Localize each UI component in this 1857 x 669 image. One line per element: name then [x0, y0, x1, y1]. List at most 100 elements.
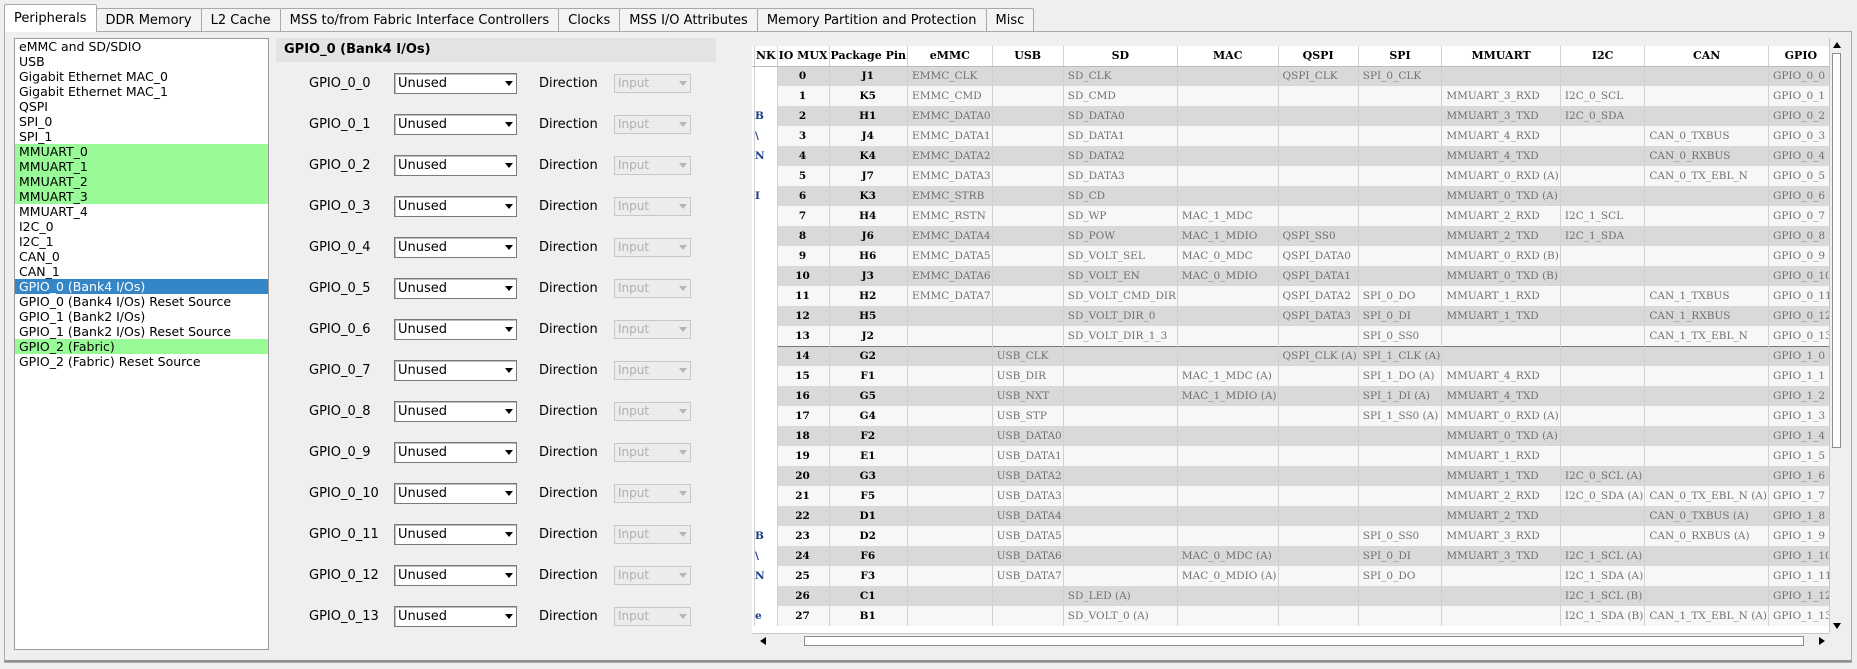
- gpio-direction-select[interactable]: Input: [614, 566, 691, 585]
- table-row[interactable]: 15 F1 USB_DIR MAC_1_MDC (A) SPI_1_DO (A) MMUA…: [752, 366, 1829, 386]
- chevron-down-icon[interactable]: [679, 573, 687, 578]
- chevron-down-icon[interactable]: [679, 532, 687, 537]
- gpio-function-select[interactable]: Unused: [394, 483, 517, 504]
- peripheral-list-item[interactable]: Gigabit Ethernet MAC_1: [15, 84, 268, 99]
- peripheral-list-item[interactable]: MMUART_1: [15, 159, 268, 174]
- scroll-right-arrow-icon[interactable]: [1819, 637, 1825, 645]
- peripheral-list-item[interactable]: Gigabit Ethernet MAC_0: [15, 69, 268, 84]
- chevron-down-icon[interactable]: [505, 450, 513, 455]
- table-row[interactable]: 0 J1 EMMC_CLK SD_CLK QSPI_CLK SPI_0_CLK GPIO_0…: [752, 66, 1829, 86]
- gpio-function-select[interactable]: Unused: [394, 319, 517, 340]
- table-row[interactable]: e 27 B1 SD_VOLT_0 (A) I2C_1_SDA (B) CAN_1_TX_…: [752, 606, 1829, 626]
- chevron-down-icon[interactable]: [505, 327, 513, 332]
- tab-memory-partition-and-protection[interactable]: Memory Partition and Protection: [756, 8, 987, 32]
- chevron-down-icon[interactable]: [505, 122, 513, 127]
- gpio-function-select[interactable]: Unused: [394, 565, 517, 586]
- table-row[interactable]: 10 J3 EMMC_DATA6 SD_VOLT_EN MAC_0_MDIO QSPI_D…: [752, 266, 1829, 286]
- horizontal-scroll-thumb[interactable]: [804, 636, 1804, 646]
- peripheral-list-item[interactable]: GPIO_2 (Fabric): [15, 339, 268, 354]
- peripheral-list-item[interactable]: CAN_1: [15, 264, 268, 279]
- peripheral-list-item[interactable]: eMMC and SD/SDIO: [15, 39, 268, 54]
- gpio-direction-select[interactable]: Input: [614, 115, 691, 134]
- column-header-qspi[interactable]: QSPI: [1278, 46, 1359, 67]
- vertical-scroll-thumb[interactable]: [1832, 53, 1841, 448]
- table-row[interactable]: 13 J2 SD_VOLT_DIR_1_3 SPI_0_SS0 CAN_1_TX_EBL…: [752, 326, 1829, 346]
- chevron-down-icon[interactable]: [679, 409, 687, 414]
- gpio-function-select[interactable]: Unused: [394, 237, 517, 258]
- peripheral-list-item[interactable]: GPIO_0 (Bank4 I/Os): [15, 279, 268, 294]
- chevron-down-icon[interactable]: [679, 286, 687, 291]
- peripheral-list-item[interactable]: SPI_1: [15, 129, 268, 144]
- gpio-direction-select[interactable]: Input: [614, 238, 691, 257]
- column-header-can[interactable]: CAN: [1644, 46, 1769, 67]
- chevron-down-icon[interactable]: [505, 204, 513, 209]
- scroll-left-arrow-icon[interactable]: [760, 637, 766, 645]
- table-row[interactable]: 8 J6 EMMC_DATA4 SD_POW MAC_1_MDIO QSPI_SS0 MMU…: [752, 226, 1829, 246]
- chevron-down-icon[interactable]: [679, 245, 687, 250]
- peripheral-list[interactable]: eMMC and SD/SDIO USB Gigabit Ethernet MAC_…: [14, 38, 269, 650]
- gpio-direction-select[interactable]: Input: [614, 607, 691, 626]
- table-row[interactable]: 20 G3 USB_DATA2 MMUART_1_TXD I2C_0_SCL (A) GP…: [752, 466, 1829, 486]
- chevron-down-icon[interactable]: [505, 614, 513, 619]
- peripheral-list-item[interactable]: GPIO_1 (Bank2 I/Os): [15, 309, 268, 324]
- chevron-down-icon[interactable]: [679, 368, 687, 373]
- gpio-function-select[interactable]: Unused: [394, 442, 517, 463]
- peripheral-list-item[interactable]: MMUART_4: [15, 204, 268, 219]
- column-header-sd[interactable]: SD: [1063, 46, 1178, 67]
- tab-ddr-memory[interactable]: DDR Memory: [95, 8, 202, 32]
- peripheral-list-item[interactable]: CAN_0: [15, 249, 268, 264]
- column-header-mmuart[interactable]: MMUART: [1441, 46, 1561, 67]
- gpio-function-select[interactable]: Unused: [394, 606, 517, 627]
- table-row[interactable]: N 4 K4 EMMC_DATA2 SD_DATA2 MMUART_4_TXD CAN_0_…: [752, 146, 1829, 166]
- table-row[interactable]: 7 H4 EMMC_RSTN SD_WP MAC_1_MDC MMUART_2_RXD I2…: [752, 206, 1829, 226]
- tab-l2-cache[interactable]: L2 Cache: [200, 8, 281, 32]
- gpio-function-select[interactable]: Unused: [394, 401, 517, 422]
- gpio-direction-select[interactable]: Input: [614, 443, 691, 462]
- column-header-usb[interactable]: USB: [992, 46, 1064, 67]
- peripheral-list-item[interactable]: SPI_0: [15, 114, 268, 129]
- gpio-direction-select[interactable]: Input: [614, 279, 691, 298]
- gpio-function-select[interactable]: Unused: [394, 360, 517, 381]
- table-horizontal-scrollbar[interactable]: [752, 633, 1829, 648]
- gpio-function-select[interactable]: Unused: [394, 196, 517, 217]
- table-row[interactable]: 1 K5 EMMC_CMD SD_CMD MMUART_3_RXD I2C_0_SCL GP…: [752, 86, 1829, 106]
- tab-mss-to-from-fabric-interface-controllers[interactable]: MSS to/from Fabric Interface Controllers: [279, 8, 560, 32]
- tab-clocks[interactable]: Clocks: [558, 8, 621, 32]
- peripheral-list-item[interactable]: GPIO_2 (Fabric) Reset Source: [15, 354, 268, 369]
- tab-peripherals[interactable]: Peripherals: [4, 4, 97, 32]
- chevron-down-icon[interactable]: [505, 368, 513, 373]
- table-row[interactable]: 26 C1 SD_LED (A) I2C_1_SCL (B) GPIO_1_12: [752, 586, 1829, 606]
- table-row[interactable]: B 2 H1 EMMC_DATA0 SD_DATA0 MMUART_3_TXD I2C_0_…: [752, 106, 1829, 126]
- gpio-function-select[interactable]: Unused: [394, 524, 517, 545]
- peripheral-list-item[interactable]: I2C_1: [15, 234, 268, 249]
- table-row[interactable]: I 6 K3 EMMC_STRB SD_CD MMUART_0_TXD (A) GPIO_0…: [752, 186, 1829, 206]
- table-row[interactable]: 12 H5 SD_VOLT_DIR_0 QSPI_DATA3 SPI_0_DI MMUAR…: [752, 306, 1829, 326]
- chevron-down-icon[interactable]: [679, 327, 687, 332]
- table-row[interactable]: 14 G2 USB_CLK QSPI_CLK (A) SPI_1_CLK (A) GPIO…: [752, 345, 1829, 366]
- gpio-function-select[interactable]: Unused: [394, 278, 517, 299]
- gpio-direction-select[interactable]: Input: [614, 74, 691, 93]
- gpio-direction-select[interactable]: Input: [614, 402, 691, 421]
- tab-mss-i-o-attributes[interactable]: MSS I/O Attributes: [619, 8, 758, 32]
- gpio-direction-select[interactable]: Input: [614, 320, 691, 339]
- table-row[interactable]: 5 J7 EMMC_DATA3 SD_DATA3 MMUART_0_RXD (A) CAN…: [752, 166, 1829, 186]
- chevron-down-icon[interactable]: [505, 532, 513, 537]
- table-row[interactable]: B 23 D2 USB_DATA5 SPI_0_SS0 MMUART_3_RXD CAN_0…: [752, 526, 1829, 546]
- chevron-down-icon[interactable]: [505, 81, 513, 86]
- table-row[interactable]: 11 H2 EMMC_DATA7 SD_VOLT_CMD_DIR QSPI_DATA2 S…: [752, 286, 1829, 306]
- chevron-down-icon[interactable]: [679, 491, 687, 496]
- table-row[interactable]: N 25 F3 USB_DATA7 MAC_0_MDIO (A) SPI_0_DO I2C_…: [752, 566, 1829, 586]
- chevron-down-icon[interactable]: [679, 614, 687, 619]
- peripheral-list-item[interactable]: GPIO_0 (Bank4 I/Os) Reset Source: [15, 294, 268, 309]
- chevron-down-icon[interactable]: [505, 491, 513, 496]
- chevron-down-icon[interactable]: [505, 163, 513, 168]
- table-row[interactable]: 18 F2 USB_DATA0 MMUART_0_TXD (A) GPIO_1_4: [752, 426, 1829, 446]
- table-row[interactable]: 9 H6 EMMC_DATA5 SD_VOLT_SEL MAC_0_MDC QSPI_DA…: [752, 246, 1829, 266]
- scroll-down-arrow-icon[interactable]: [1833, 623, 1841, 629]
- scroll-up-arrow-icon[interactable]: [1833, 42, 1841, 48]
- peripheral-list-item[interactable]: MMUART_0: [15, 144, 268, 159]
- table-row[interactable]: 16 G5 USB_NXT MAC_1_MDIO (A) SPI_1_DI (A) MMU…: [752, 386, 1829, 406]
- peripheral-list-item[interactable]: USB: [15, 54, 268, 69]
- gpio-direction-select[interactable]: Input: [614, 484, 691, 503]
- gpio-direction-select[interactable]: Input: [614, 197, 691, 216]
